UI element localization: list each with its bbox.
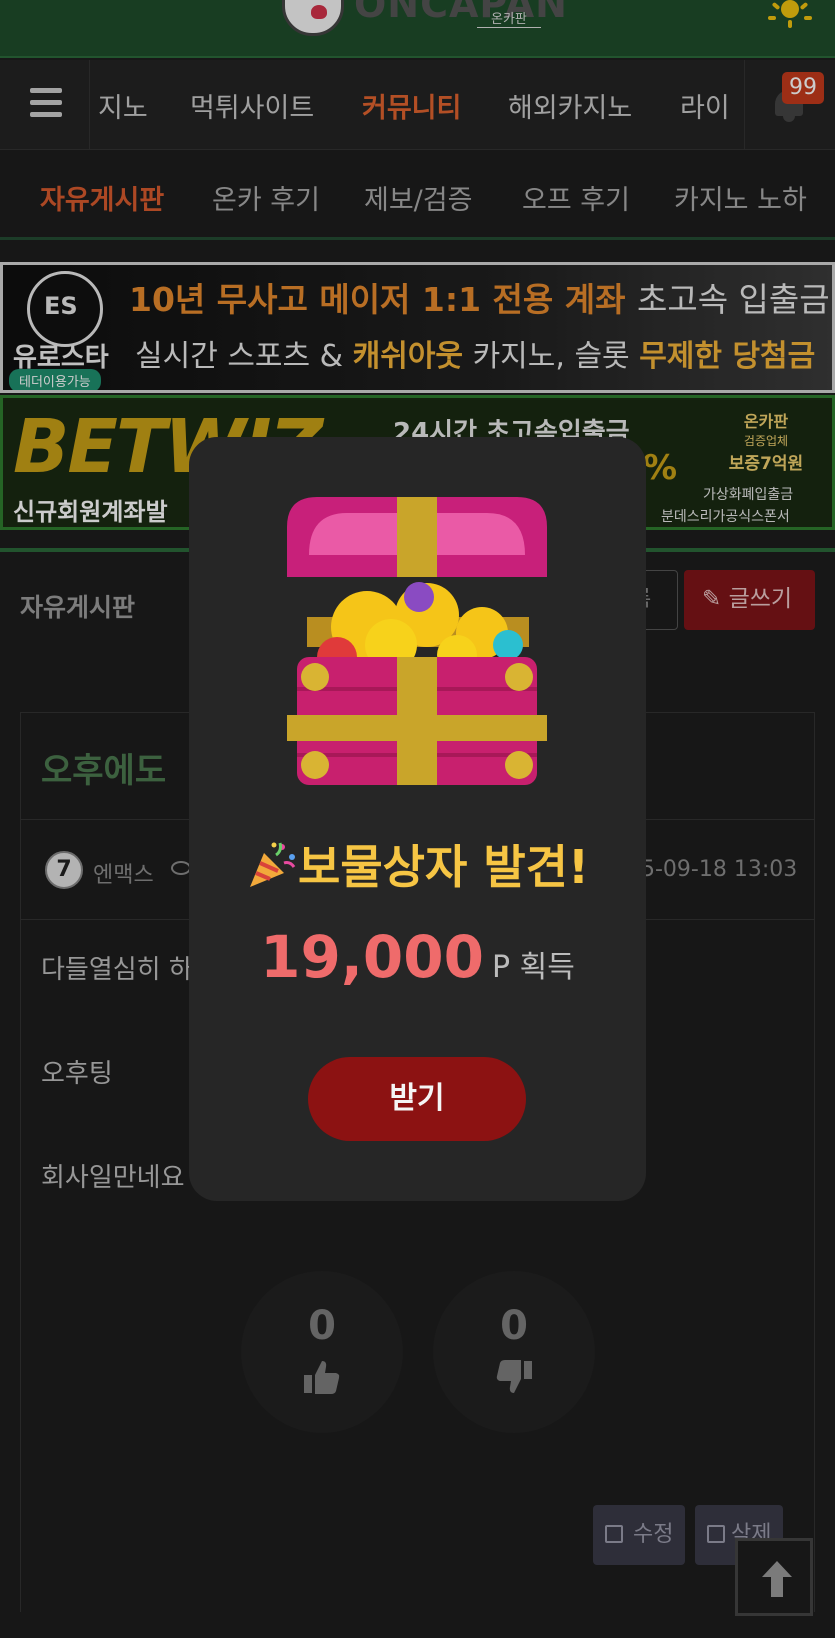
points-unit: P 획득 [492, 950, 575, 985]
treasure-modal: 보물상자 발견! 19,000 P 획득 받기 [189, 437, 646, 1201]
points-row: 19,000 P 획득 [189, 923, 646, 991]
treasure-chest-icon [287, 497, 547, 785]
receive-button[interactable]: 받기 [308, 1057, 526, 1141]
party-popper-icon [250, 842, 296, 887]
modal-title: 보물상자 발견! [189, 831, 646, 897]
points-value: 19,000 [260, 923, 484, 991]
